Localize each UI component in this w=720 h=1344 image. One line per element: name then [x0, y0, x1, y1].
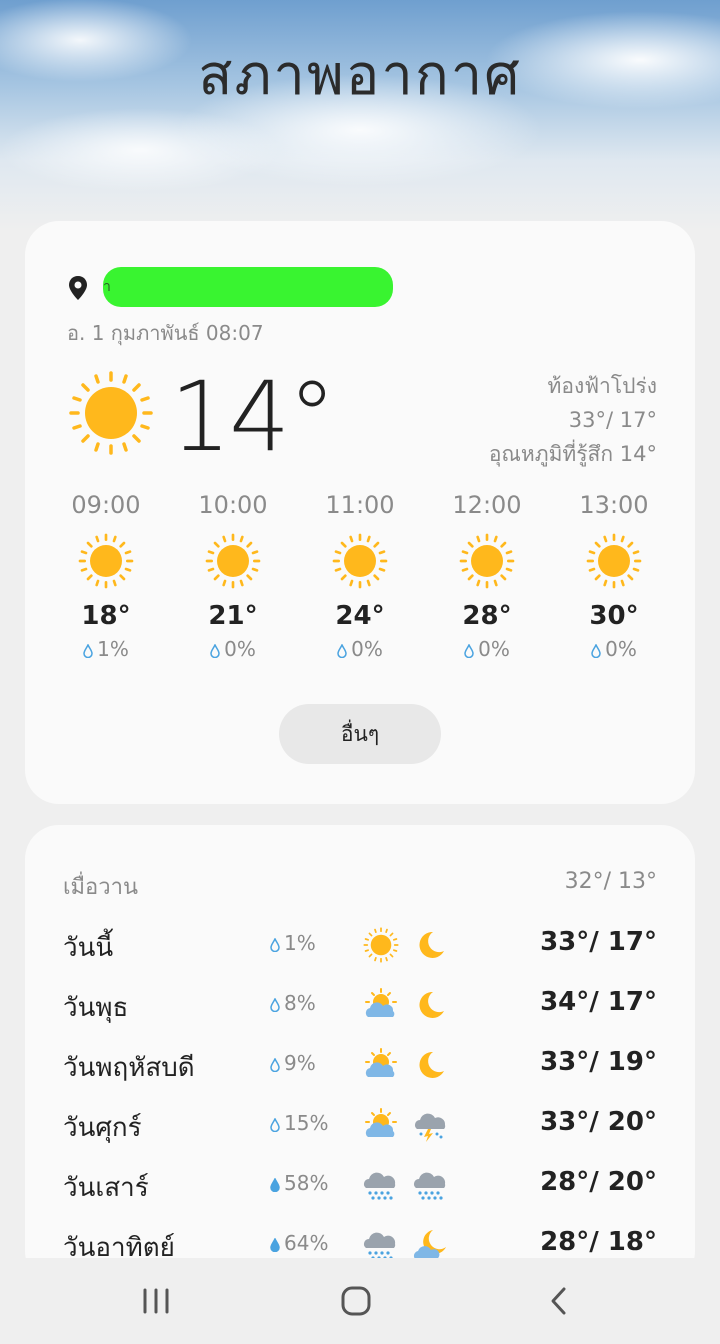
system-navigation-bar — [0, 1258, 720, 1344]
hour-time: 09:00 — [71, 491, 141, 519]
raindrop-icon — [270, 1057, 280, 1072]
raindrop-icon — [270, 1117, 280, 1132]
day-temps: 33°/ 20° — [540, 1107, 657, 1137]
day-precip: 8% — [270, 991, 316, 1015]
rain-cloud-icon — [413, 1167, 449, 1207]
hour-temp: 18° — [81, 601, 131, 631]
day-temps: 33°/ 17° — [540, 927, 657, 957]
rain-cloud-icon — [363, 1167, 399, 1207]
hour-time: 11:00 — [325, 491, 395, 519]
raindrop-icon — [337, 643, 347, 658]
location-pin-icon — [67, 275, 89, 305]
home-icon[interactable] — [326, 1280, 386, 1324]
back-icon[interactable] — [528, 1280, 588, 1324]
raindrop-icon — [270, 1177, 280, 1192]
partly-cloudy-icon — [363, 987, 399, 1027]
moon-icon — [413, 1047, 449, 1087]
hour-time: 13:00 — [579, 491, 649, 519]
day-temps: 28°/ 18° — [540, 1227, 657, 1257]
day-name: วันพุธ — [63, 993, 129, 1023]
day-precip: 1% — [270, 931, 316, 955]
day-precip: 58% — [270, 1171, 328, 1195]
hourly-item: 10:00 21° 0% — [170, 491, 296, 661]
yesterday-label: เมื่อวาน — [63, 875, 138, 900]
yesterday-temps: 32°/ 13° — [564, 869, 657, 894]
hour-time: 12:00 — [452, 491, 522, 519]
daily-row[interactable]: วันเสาร์ 58% 28°/ 20° — [25, 1153, 695, 1213]
sun-icon — [551, 533, 677, 593]
daily-row[interactable]: วันนี้ 1% 33°/ 17° — [25, 913, 695, 973]
high-low-temp: 33°/ 17° — [568, 408, 657, 432]
hour-temp: 24° — [335, 601, 385, 631]
moon-icon — [413, 987, 449, 1027]
hourly-item: 13:00 30° 0% — [551, 491, 677, 661]
moon-icon — [413, 927, 449, 967]
location-row[interactable]: ำ — [67, 267, 667, 309]
sun-icon — [69, 371, 153, 455]
location-name: ำ — [103, 267, 393, 307]
raindrop-icon — [464, 643, 474, 658]
condition-block: ท้องฟ้าโปร่ง 33°/ 17° อุณหภูมิที่รู้สึก … — [489, 369, 657, 471]
day-precip: 64% — [270, 1231, 328, 1255]
hour-precip: 1% — [43, 637, 169, 661]
day-precip: 15% — [270, 1111, 328, 1135]
hourly-item: 09:00 18° 1% — [43, 491, 169, 661]
hour-precip: 0% — [424, 637, 550, 661]
hourly-item: 11:00 24° 0% — [297, 491, 423, 661]
partly-cloudy-icon — [363, 1047, 399, 1087]
day-name: วันศุกร์ — [63, 1113, 142, 1143]
raindrop-icon — [270, 997, 280, 1012]
thunderstorm-icon — [413, 1107, 449, 1147]
day-name: วันนี้ — [63, 933, 114, 963]
sun-icon — [170, 533, 296, 593]
day-name: วันพฤหัสบดี — [63, 1053, 195, 1083]
day-temps: 28°/ 20° — [540, 1167, 657, 1197]
updated-datetime: อ. 1 กุมภาพันธ์ 08:07 — [67, 321, 264, 345]
hourly-forecast[interactable]: 09:00 18° 1% 10:00 21° 0% 11:00 24° 0% 1… — [43, 491, 677, 681]
raindrop-icon — [270, 937, 280, 952]
daily-row[interactable]: วันศุกร์ 15% 33°/ 20° — [25, 1093, 695, 1153]
hour-temp: 28° — [462, 601, 512, 631]
feels-like-temp: อุณหภูมิที่รู้สึก 14° — [488, 442, 657, 466]
day-name: วันเสาร์ — [63, 1173, 149, 1203]
hour-temp: 30° — [589, 601, 639, 631]
current-temperature: 14° — [170, 361, 336, 473]
day-precip: 9% — [270, 1051, 316, 1075]
more-button[interactable]: อื่นๆ — [279, 704, 441, 764]
hourly-item: 12:00 28° 0% — [424, 491, 550, 661]
raindrop-icon — [591, 643, 601, 658]
hour-precip: 0% — [551, 637, 677, 661]
page-title: สภาพอากาศ — [198, 43, 522, 108]
sun-icon — [363, 927, 399, 967]
sun-icon — [43, 533, 169, 593]
raindrop-icon — [210, 643, 220, 658]
daily-forecast-card[interactable]: เมื่อวาน 32°/ 13° วันนี้ 1% 33°/ 17° วัน… — [25, 825, 695, 1285]
day-temps: 34°/ 17° — [540, 987, 657, 1017]
raindrop-icon — [83, 643, 93, 658]
hour-precip: 0% — [297, 637, 423, 661]
condition-text: ท้องฟ้าโปร่ง — [547, 374, 657, 398]
sun-icon — [297, 533, 423, 593]
hour-time: 10:00 — [198, 491, 268, 519]
raindrop-icon — [270, 1237, 280, 1252]
sun-icon — [69, 371, 153, 459]
daily-row[interactable]: วันพฤหัสบดี 9% 33°/ 19° — [25, 1033, 695, 1093]
partly-cloudy-icon — [363, 1107, 399, 1147]
sun-icon — [424, 533, 550, 593]
hour-precip: 0% — [170, 637, 296, 661]
recents-icon[interactable] — [126, 1280, 186, 1324]
day-temps: 33°/ 19° — [540, 1047, 657, 1077]
daily-row[interactable]: วันพุธ 8% 34°/ 17° — [25, 973, 695, 1033]
current-weather-card[interactable]: ำ อ. 1 กุมภาพันธ์ 08:07 14° ท้องฟ้าโปร่ง… — [25, 221, 695, 804]
hour-temp: 21° — [208, 601, 258, 631]
